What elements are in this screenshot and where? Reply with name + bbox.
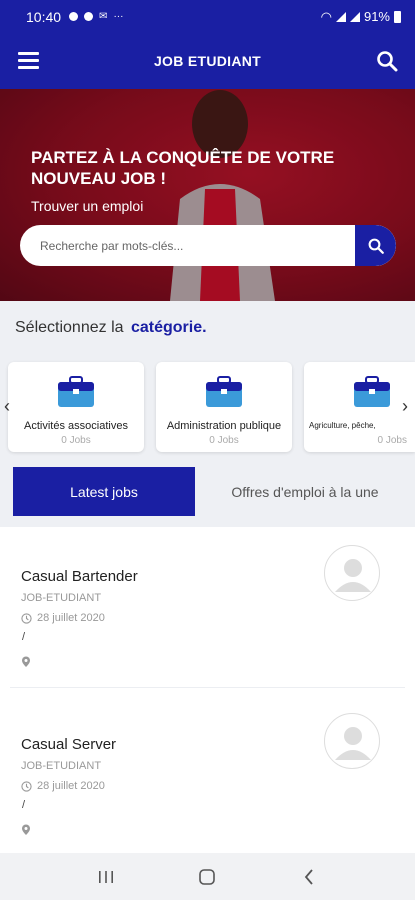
job-title: Casual Bartender bbox=[21, 568, 138, 585]
notification-icons: ✉ ··· bbox=[69, 11, 123, 22]
search-submit-button[interactable] bbox=[355, 225, 396, 266]
tab-latest-jobs[interactable]: Latest jobs bbox=[13, 467, 195, 516]
clock-icon bbox=[21, 612, 32, 624]
wifi-icon: ◠ bbox=[320, 8, 332, 24]
signal-icon bbox=[335, 11, 346, 22]
clock-icon bbox=[21, 780, 32, 792]
carousel-prev-icon[interactable]: ‹ bbox=[4, 396, 10, 417]
category-card[interactable]: Activités associatives 0 Jobs bbox=[8, 362, 144, 452]
job-company: JOB-ETUDIANT bbox=[21, 592, 102, 604]
search-icon[interactable] bbox=[375, 49, 399, 73]
briefcase-icon bbox=[206, 376, 242, 407]
user-placeholder-icon bbox=[335, 559, 371, 592]
status-time: 10:40 bbox=[26, 8, 62, 25]
category-count: 0 Jobs bbox=[61, 435, 91, 446]
job-company: JOB-ETUDIANT bbox=[21, 760, 102, 772]
search-input[interactable] bbox=[20, 225, 355, 266]
home-button[interactable] bbox=[187, 857, 227, 897]
category-count: 0 Jobs bbox=[377, 435, 407, 446]
category-heading-accent: catégorie. bbox=[130, 319, 207, 336]
category-heading-prefix: Sélectionnez la bbox=[15, 319, 124, 336]
job-location: / bbox=[22, 631, 26, 643]
category-carousel: Activités associatives 0 Jobs Administra… bbox=[0, 362, 415, 452]
hero-headline: PARTEZ À LA CONQUÊTE DE VOTRE NOUVEAU JO… bbox=[31, 148, 335, 188]
system-nav-bar bbox=[0, 853, 415, 900]
recent-apps-button[interactable] bbox=[86, 857, 126, 897]
recent-apps-icon bbox=[98, 870, 113, 883]
briefcase-icon bbox=[58, 376, 94, 407]
job-date: 28 juillet 2020 bbox=[37, 780, 105, 792]
location-pin-icon bbox=[22, 824, 30, 835]
hero-banner: PARTEZ À LA CONQUÊTE DE VOTRE NOUVEAU JO… bbox=[0, 89, 415, 301]
job-list: Casual Bartender JOB-ETUDIANT 28 juillet… bbox=[0, 527, 415, 853]
job-date: 28 juillet 2020 bbox=[37, 612, 105, 624]
company-avatar bbox=[324, 713, 380, 769]
mail-icon: ✉ bbox=[99, 11, 108, 22]
back-button[interactable] bbox=[289, 857, 329, 897]
category-label: Agriculture, pêche, bbox=[309, 421, 376, 430]
job-date-row: 28 juillet 2020 bbox=[21, 612, 105, 624]
job-card[interactable]: Casual Server JOB-ETUDIANT 28 juillet 20… bbox=[0, 695, 415, 853]
notification-dot-icon bbox=[69, 12, 79, 21]
job-divider bbox=[10, 687, 405, 688]
home-icon bbox=[199, 868, 216, 885]
category-label: Administration publique bbox=[166, 420, 282, 432]
facebook-icon bbox=[84, 12, 94, 21]
app-title: JOB ETUDIANT bbox=[153, 53, 262, 69]
category-count: 0 Jobs bbox=[209, 435, 239, 446]
job-tabs: Latest jobs Offres d'emploi à la une bbox=[13, 467, 415, 516]
signal-icon-2 bbox=[349, 11, 360, 22]
category-label: Activités associatives bbox=[24, 420, 128, 432]
more-icon: ··· bbox=[113, 11, 124, 22]
job-card[interactable]: Casual Bartender JOB-ETUDIANT 28 juillet… bbox=[0, 527, 415, 689]
search-bar bbox=[20, 225, 396, 266]
status-right: ◠ 91% bbox=[321, 9, 401, 25]
job-date-row: 28 juillet 2020 bbox=[21, 780, 105, 792]
tab-featured-offers[interactable]: Offres d'emploi à la une bbox=[195, 467, 415, 516]
hero-overlay bbox=[0, 89, 415, 301]
category-card[interactable]: Administration publique 0 Jobs bbox=[156, 362, 292, 452]
search-icon bbox=[368, 238, 384, 254]
user-placeholder-icon bbox=[335, 727, 371, 760]
battery-icon bbox=[394, 10, 401, 23]
briefcase-icon bbox=[354, 376, 390, 407]
menu-icon[interactable] bbox=[18, 52, 39, 69]
status-bar: 10:40 ✉ ··· ◠ 91% bbox=[0, 0, 415, 33]
hero-subtitle: Trouver un emploi bbox=[31, 198, 144, 214]
category-card[interactable]: Agriculture, pêche, 0 Jobs bbox=[304, 362, 415, 452]
job-title: Casual Server bbox=[21, 736, 117, 753]
app-bar: JOB ETUDIANT bbox=[0, 33, 415, 89]
battery-text: 91% bbox=[363, 9, 390, 24]
back-icon bbox=[304, 868, 313, 885]
company-avatar bbox=[324, 545, 380, 601]
category-heading: Sélectionnez la catégorie. bbox=[15, 319, 207, 337]
job-location: / bbox=[22, 799, 26, 811]
carousel-next-icon[interactable]: › bbox=[402, 396, 408, 417]
location-pin-icon bbox=[22, 656, 30, 667]
